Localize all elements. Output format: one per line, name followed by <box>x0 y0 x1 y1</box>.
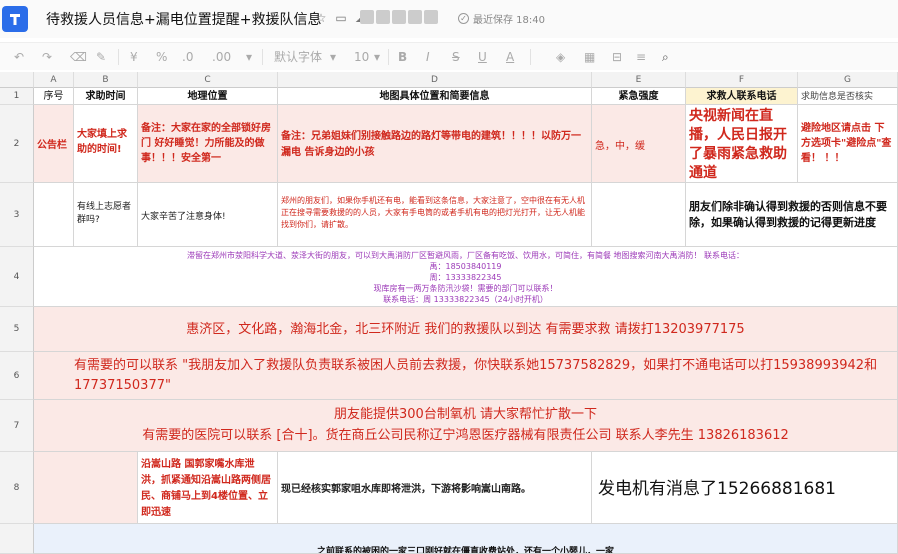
row4-line: 周：13333822345 <box>429 273 502 282</box>
document-info-icon[interactable]: ▭ <box>334 11 348 25</box>
chevron-down-icon[interactable]: ▾ <box>330 49 336 65</box>
cell-c2[interactable]: 备注：大家在家的全部锁好房门 好好睡觉！力所能及的做事！！！安全第一 <box>138 105 278 183</box>
column-header-a[interactable]: A <box>34 72 74 88</box>
cell-row9-merged[interactable]: 之前联系的被困的一家三口刚好就在僵直收费站处，还有一个小婴儿，一家 <box>34 524 898 554</box>
row4-line: 联系电话：周 13333822345（24小时开机） <box>383 295 548 304</box>
row-header-5[interactable]: 5 <box>0 307 34 352</box>
font-size-select[interactable]: 10 <box>354 49 369 65</box>
header-cell-time[interactable]: 求助时间 <box>74 88 138 105</box>
cell-f2[interactable]: 央视新闻在直播，人民日报开了暴雨紧急救助通道 <box>686 105 798 183</box>
cell-e8-merged[interactable]: 发电机有消息了15266881681 <box>592 452 898 524</box>
column-header-g[interactable]: G <box>798 72 898 88</box>
cell-e3[interactable] <box>592 183 686 247</box>
redo-icon[interactable]: ↷ <box>42 49 52 65</box>
currency-icon[interactable]: ¥ <box>130 49 138 65</box>
avatar[interactable] <box>360 10 374 24</box>
fill-color-icon[interactable]: ◈ <box>556 49 565 65</box>
italic-icon[interactable]: I <box>426 49 430 65</box>
avatar[interactable] <box>424 10 438 24</box>
column-header-f[interactable]: F <box>686 72 798 88</box>
column-header-c[interactable]: C <box>138 72 278 88</box>
cell-g2[interactable]: 避险地区请点击 下方选项卡"避险点"查看！ ！！ <box>798 105 898 183</box>
save-status-text: 最近保存 18:40 <box>473 15 545 26</box>
row-header-6[interactable]: 6 <box>0 352 34 400</box>
row-header-9[interactable] <box>0 524 34 554</box>
check-circle-icon: ✓ <box>458 13 469 24</box>
decimal-increase-icon[interactable]: .00 <box>212 49 231 65</box>
cell-a2[interactable]: 公告栏 <box>34 105 74 183</box>
column-header-d[interactable]: D <box>278 72 592 88</box>
chevron-down-icon[interactable]: ▾ <box>374 49 380 65</box>
row4-line: 滞留在郑州市荥阳科学大道、荥泽大街的朋友，可以到大禹消防厂区暂避风雨，厂区备有吃… <box>186 251 745 260</box>
cell-row4-merged[interactable]: 滞留在郑州市荥阳科学大道、荥泽大街的朋友，可以到大禹消防厂区暂避风雨，厂区备有吃… <box>34 247 898 307</box>
font-name-select[interactable]: 默认字体 <box>274 49 322 65</box>
avatar[interactable] <box>392 10 406 24</box>
cell-e2[interactable]: 急，中，缓 <box>592 105 686 183</box>
cell-b3[interactable]: 有线上志愿者群吗? <box>74 183 138 247</box>
toolbar: ↶ ↷ ⌫ ✎ ¥ % .0 .00 ▾ 默认字体 ▾ 10 ▾ B I S U… <box>0 42 898 70</box>
format-painter-icon[interactable]: ⌫ <box>70 49 87 65</box>
search-icon[interactable]: ⌕ <box>662 49 669 65</box>
decimal-decrease-icon[interactable]: .0 <box>182 49 193 65</box>
cell-d8[interactable]: 现已经核实郭家咀水库即将泄洪，下游将影响嵩山南路。 <box>278 452 592 524</box>
cell-a3[interactable] <box>34 183 74 247</box>
row-header-8[interactable]: 8 <box>0 452 34 524</box>
cell-row6-merged[interactable]: 有需要的可以联系 "我朋友加入了救援队负责联系被困人员前去救援，你快联系她157… <box>34 352 898 400</box>
cell-f3[interactable]: 朋友们除非确认得到救援的否则信息不要除，如果确认得到救援的记得更新进度 <box>686 183 898 247</box>
strikethrough-icon[interactable]: S <box>452 49 460 65</box>
row-header-7[interactable]: 7 <box>0 400 34 452</box>
percent-icon[interactable]: % <box>156 49 167 65</box>
cell-row5-merged[interactable]: 惠济区，文化路，瀚海北金，北三环附近 我们的救援队以到达 有需要求救 请拨打13… <box>34 307 898 352</box>
star-icon[interactable]: ☆ <box>314 11 328 25</box>
merge-cells-icon[interactable]: ⊟ <box>612 49 622 65</box>
header-cell-seq[interactable]: 序号 <box>34 88 74 105</box>
undo-icon[interactable]: ↶ <box>14 49 24 65</box>
cell-b2[interactable]: 大家填上求助的时间! <box>74 105 138 183</box>
row-header-1[interactable]: 1 <box>0 88 34 105</box>
save-status: ✓ 最近保存 18:40 <box>458 11 545 26</box>
borders-icon[interactable]: ▦ <box>584 49 595 65</box>
row4-line: 禹：18503840119 <box>429 262 502 271</box>
underline-icon[interactable]: U <box>478 49 487 65</box>
header-cell-map-info[interactable]: 地图具体位置和简要信息 <box>278 88 592 105</box>
header-cell-urgency[interactable]: 紧急强度 <box>592 88 686 105</box>
app-logo-icon[interactable] <box>2 6 28 32</box>
cell-c3[interactable]: 大家辛苦了注意身体! <box>138 183 278 247</box>
header-cell-verified[interactable]: 求助信息是否核实 <box>798 88 898 105</box>
avatar[interactable] <box>408 10 422 24</box>
document-title[interactable]: 待救援人员信息+漏电位置提醒+救援队信息 <box>46 9 321 29</box>
number-format-icon[interactable]: ▾ <box>246 49 252 65</box>
column-header-e[interactable]: E <box>592 72 686 88</box>
collaborator-avatars[interactable] <box>360 10 438 24</box>
row-header-4[interactable]: 4 <box>0 247 34 307</box>
row4-line: 现库房有一两万条防汛沙袋！需要的部门可以联系！ <box>373 284 558 293</box>
header-cell-location[interactable]: 地理位置 <box>138 88 278 105</box>
title-bar: 待救援人员信息+漏电位置提醒+救援队信息 ☆ ▭ ☁ ✓ 最近保存 18:40 <box>0 0 898 38</box>
cell-c8[interactable]: 沿嵩山路 国郭家嘴水库泄洪，抓紧通知沿嵩山路两侧居民、商铺马上到4楼位置、立即迅… <box>138 452 278 524</box>
clear-format-icon[interactable]: ✎ <box>96 49 106 65</box>
cell-row7-merged[interactable]: 朋友能提供300台制氧机 请大家帮忙扩散一下 有需要的医院可以联系 [合十]。货… <box>34 400 898 452</box>
row7-line: 朋友能提供300台制氧机 请大家帮忙扩散一下 <box>334 407 597 422</box>
header-cell-phone[interactable]: 求救人联系电话 <box>686 88 798 105</box>
column-header-b[interactable]: B <box>74 72 138 88</box>
text-color-icon[interactable]: A <box>506 49 514 65</box>
cell-d2[interactable]: 备注：兄弟姐妹们别接触路边的路灯等带电的建筑！！！！以防万一漏电 告诉身边的小孩 <box>278 105 592 183</box>
row-header-2[interactable]: 2 <box>0 105 34 183</box>
row7-line: 有需要的医院可以联系 [合十]。货在商丘公司民称辽宁鸿恩医疗器械有限责任公司 联… <box>142 428 789 443</box>
cell-ab8[interactable] <box>34 452 138 524</box>
row-header-3[interactable]: 3 <box>0 183 34 247</box>
select-all-corner[interactable] <box>0 72 34 88</box>
align-icon[interactable]: ≡ <box>636 49 646 65</box>
bold-icon[interactable]: B <box>398 49 407 65</box>
avatar[interactable] <box>376 10 390 24</box>
cell-d3[interactable]: 郑州的朋友们，如果你手机还有电，能看到这条信息，大家注意了，空中很在有无人机正在… <box>278 183 592 247</box>
